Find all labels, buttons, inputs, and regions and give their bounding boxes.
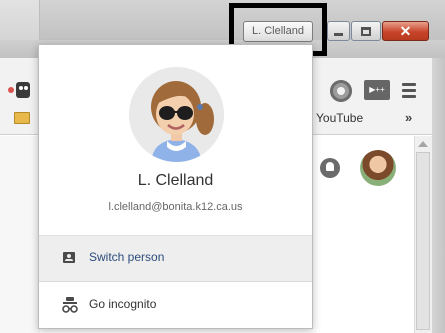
maximize-button[interactable]: [351, 21, 381, 41]
avatar-illustration-icon: [129, 67, 224, 162]
close-button[interactable]: ✕: [382, 21, 429, 41]
minimize-button[interactable]: [327, 21, 350, 41]
bookmarks-overflow-button[interactable]: »: [405, 110, 412, 125]
person-card-icon: [63, 252, 75, 263]
extension-icon[interactable]: [6, 78, 34, 100]
left-edge-area: [0, 136, 40, 333]
switch-person-button[interactable]: Switch person: [39, 236, 312, 281]
chrome-menu-icon[interactable]: [402, 83, 416, 101]
incognito-icon: [62, 297, 78, 313]
profile-chip-button[interactable]: L. Clelland: [243, 21, 313, 42]
film-reel-icon[interactable]: [330, 80, 352, 102]
profile-email: l.clelland@bonita.k12.ca.us: [108, 201, 243, 213]
notification-bell-icon[interactable]: [320, 158, 340, 178]
bookmark-folder-icon[interactable]: [14, 112, 30, 124]
switch-person-label: Switch person: [89, 250, 165, 264]
media-player-icon[interactable]: ▶++: [364, 80, 390, 100]
profile-avatar: [129, 67, 224, 162]
scrollbar-thumb[interactable]: [416, 152, 430, 330]
account-avatar[interactable]: [360, 150, 396, 186]
bookmark-youtube[interactable]: YouTube: [316, 111, 363, 125]
profile-menu: L. Clelland l.clelland@bonita.k12.ca.us …: [38, 44, 313, 329]
maximize-icon: [361, 26, 371, 36]
window-right-frame: [432, 58, 445, 333]
minimize-icon: [334, 32, 343, 36]
go-incognito-label: Go incognito: [89, 297, 157, 311]
profile-name: L. Clelland: [137, 172, 214, 189]
close-icon: ✕: [399, 23, 412, 39]
scroll-up-arrow-icon[interactable]: [418, 141, 428, 147]
go-incognito-button[interactable]: Go incognito: [39, 282, 312, 328]
